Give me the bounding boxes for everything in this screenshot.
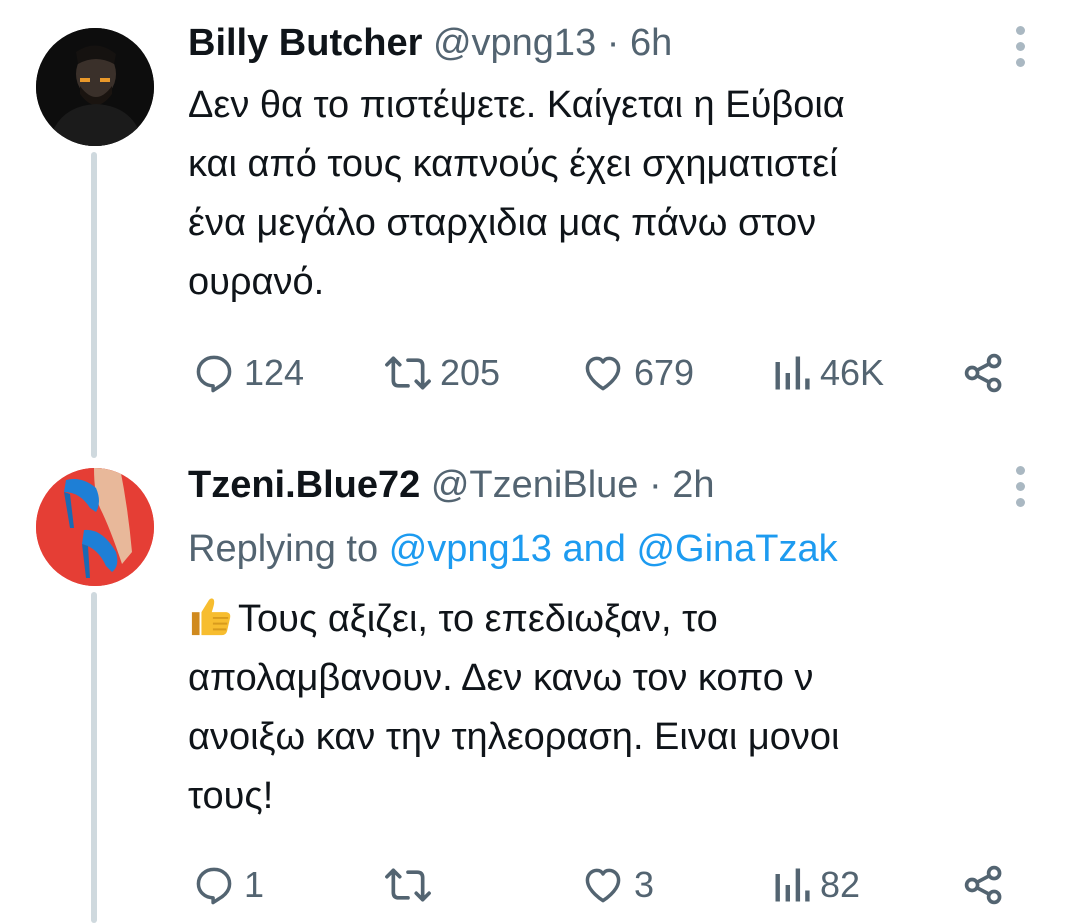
tweet-text-line: και από τους καπνούς έχει σχηματιστεί: [188, 143, 838, 185]
replying-prefix: Replying to: [188, 528, 379, 570]
thread-line: [91, 152, 97, 458]
more-vertical-icon[interactable]: [1013, 466, 1027, 507]
heart-icon: [585, 868, 621, 903]
tweet-text-line: ανοιξω καν την τηλεοραση. Ειναι μονοι: [188, 716, 840, 758]
tweet-text-line: τους!: [188, 775, 274, 817]
tweet-actions: 124 205 679 46K: [188, 348, 1018, 398]
timestamp[interactable]: 2h: [672, 464, 714, 506]
tweet-text-line: απολαμβανουν. Δεν κανω τον κοπο ν: [188, 657, 814, 699]
replying-to: Replying to @vpng13 and @GinaTzak: [188, 526, 838, 572]
views-count: 46K: [820, 352, 885, 393]
display-name[interactable]: Billy Butcher: [188, 22, 422, 64]
reply-icon: [196, 867, 232, 905]
views-chart-icon: [775, 868, 810, 902]
more-vertical-icon[interactable]: [1013, 26, 1027, 67]
user-handle[interactable]: @TzeniBlue: [431, 464, 639, 506]
share-button[interactable]: [962, 860, 1006, 910]
user-avatar-icon: [36, 28, 154, 146]
tweet-header: Billy Butcher @vpng13 · 6h: [188, 20, 672, 66]
like-count: 3: [634, 864, 655, 905]
views-button[interactable]: 46K: [772, 348, 884, 398]
mention-link[interactable]: @GinaTzak: [636, 528, 837, 570]
separator-dot: ·: [606, 22, 620, 64]
retweet-button[interactable]: [384, 860, 440, 910]
thread-line: [91, 592, 97, 923]
timestamp[interactable]: 6h: [630, 22, 672, 64]
mention-link[interactable]: @vpng13: [389, 528, 552, 570]
heart-icon: [585, 356, 621, 391]
reply-button[interactable]: 1: [192, 860, 264, 910]
like-count: 679: [634, 352, 695, 393]
tweet-text: 👍 Τους αξιζει, το επεδιωξαν, το απολαμβα…: [188, 590, 1048, 826]
tweet-text-line: Δεν θα το πιστέψετε. Καίγεται η Εύβοια: [188, 84, 845, 126]
tweet-header: Tzeni.Blue72 @TzeniBlue · 2h: [188, 462, 714, 508]
views-count: 82: [820, 864, 861, 905]
user-avatar-icon: [36, 468, 154, 586]
tweet-text-line: ουρανό.: [188, 261, 325, 303]
thumbs-up-icon: [191, 598, 231, 636]
reply-button[interactable]: 124: [192, 348, 304, 398]
avatar[interactable]: [36, 468, 154, 586]
reply-icon: [196, 355, 232, 393]
retweet-icon: [385, 356, 431, 390]
views-button[interactable]: 82: [772, 860, 860, 910]
retweet-icon: [385, 868, 431, 902]
reply-count: 1: [244, 864, 265, 905]
share-icon: [964, 353, 1002, 393]
tweet-text-line: ένα μεγάλο σταρχιδια μας πάνω στον: [188, 202, 817, 244]
tweet-text-line: Τους αξιζει, το επεδιωξαν, το: [238, 598, 718, 640]
like-button[interactable]: 3: [580, 860, 654, 910]
avatar[interactable]: [36, 28, 154, 146]
retweet-count: 205: [440, 352, 501, 393]
reply-count: 124: [244, 352, 305, 393]
display-name[interactable]: Tzeni.Blue72: [188, 464, 420, 506]
like-button[interactable]: 679: [580, 348, 694, 398]
tweet-actions: 1 3 82: [188, 860, 1018, 910]
views-chart-icon: [775, 356, 810, 390]
user-handle[interactable]: @vpng13: [433, 22, 596, 64]
separator-dot: ·: [648, 464, 662, 506]
tweet-text: Δεν θα το πιστέψετε. Καίγεται η Εύβοια κ…: [188, 76, 1048, 312]
retweet-button[interactable]: 205: [384, 348, 500, 398]
share-button[interactable]: [962, 348, 1006, 398]
replying-and[interactable]: and: [563, 528, 626, 570]
share-icon: [964, 865, 1002, 905]
